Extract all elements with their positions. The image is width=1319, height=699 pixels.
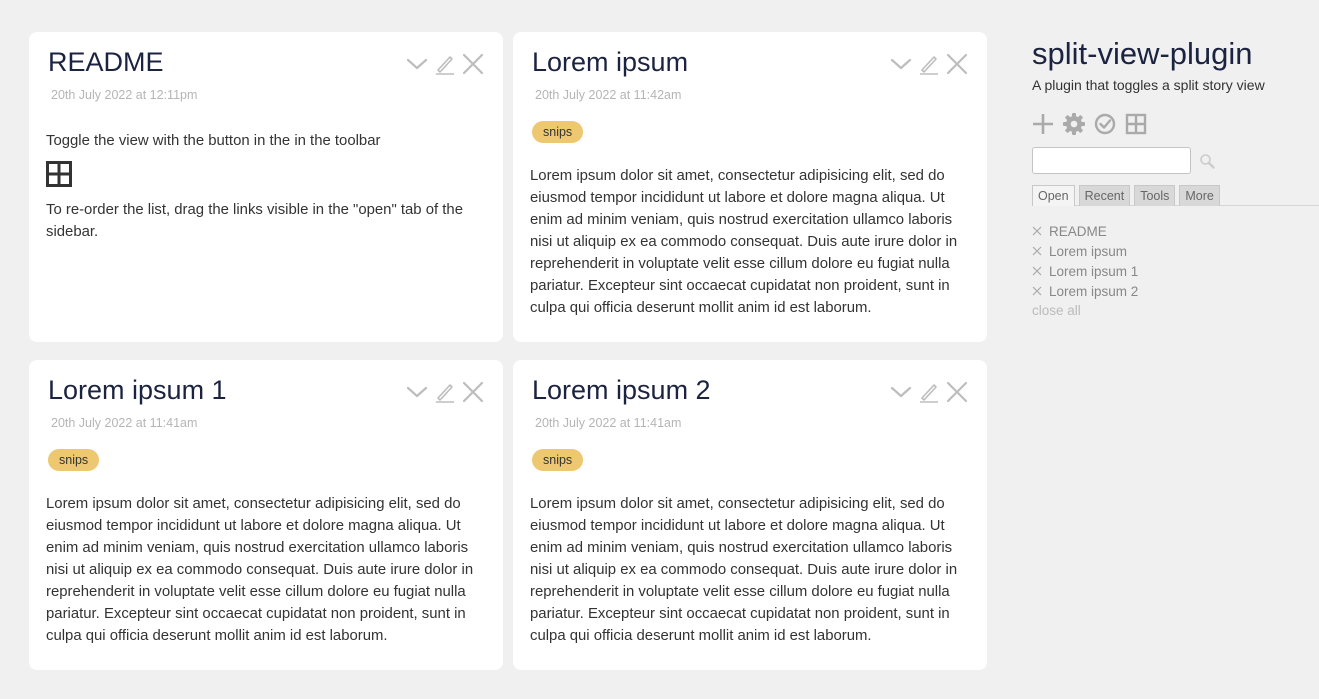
close-button[interactable] (945, 380, 969, 404)
pencil-icon (917, 380, 941, 404)
tiddler-subtitle: 20th July 2022 at 11:42am (535, 88, 682, 102)
tag-pill[interactable]: snips (532, 449, 584, 471)
close-icon (461, 380, 485, 404)
sidebar-tabs: Open Recent Tools More (1032, 185, 1319, 206)
split-view-icon (1125, 113, 1147, 135)
tab-open[interactable]: Open (1032, 185, 1075, 206)
close-icon[interactable] (1032, 226, 1042, 236)
tag-pill[interactable]: snips (48, 449, 100, 471)
tiddler-body: Toggle the view with the button in the i… (46, 130, 486, 243)
tiddler-subtitle: 20th July 2022 at 11:41am (535, 416, 682, 430)
search-input[interactable] (1032, 147, 1191, 174)
open-item-link[interactable]: Lorem ipsum 2 (1049, 284, 1138, 299)
chevron-down-icon (889, 380, 913, 404)
fold-button[interactable] (405, 52, 429, 76)
close-button[interactable] (945, 52, 969, 76)
tiddler-controls (405, 52, 485, 76)
pencil-icon (433, 52, 457, 76)
edit-button[interactable] (433, 52, 457, 76)
tiddler-body: Lorem ipsum dolor sit amet, consectetur … (530, 168, 958, 316)
body-paragraph: Toggle the view with the button in the i… (46, 133, 381, 149)
tiddler-lorem-ipsum: Lorem ipsum 20th July 2022 at 11:42am sn… (513, 32, 987, 342)
tiddler-body: Lorem ipsum dolor sit amet, consectetur … (530, 496, 958, 644)
close-icon (461, 52, 485, 76)
close-icon (945, 52, 969, 76)
open-item-link[interactable]: README (1049, 224, 1107, 239)
split-view-toggle-button[interactable] (1125, 113, 1147, 135)
check-circle-icon (1094, 113, 1116, 135)
edit-button[interactable] (917, 52, 941, 76)
edit-button[interactable] (433, 380, 457, 404)
list-item[interactable]: Lorem ipsum 2 (1032, 281, 1319, 301)
search-row (1032, 147, 1319, 174)
gear-icon (1063, 113, 1085, 135)
tag-pill[interactable]: snips (532, 121, 584, 143)
close-button[interactable] (461, 380, 485, 404)
open-list: README Lorem ipsum Lorem ipsum 1 Lorem i… (1032, 221, 1319, 321)
tiddler-controls (405, 380, 485, 404)
tiddler-subtitle: 20th July 2022 at 11:41am (51, 416, 198, 430)
close-icon[interactable] (1032, 286, 1042, 296)
page-controls (1032, 113, 1319, 135)
search-button[interactable] (1199, 153, 1215, 169)
pencil-icon (917, 52, 941, 76)
edit-button[interactable] (917, 380, 941, 404)
close-icon[interactable] (1032, 246, 1042, 256)
body-paragraph: To re-order the list, drag the links vis… (46, 202, 463, 240)
tab-recent[interactable]: Recent (1078, 185, 1131, 206)
new-tiddler-button[interactable] (1032, 113, 1054, 135)
plus-icon (1033, 114, 1053, 134)
control-panel-button[interactable] (1063, 113, 1085, 135)
chevron-down-icon (405, 380, 429, 404)
fold-button[interactable] (405, 380, 429, 404)
tiddler-readme: README 20th July 2022 at 12:11pm Toggle … (29, 32, 503, 342)
search-icon (1200, 153, 1215, 169)
site-title: split-view-plugin (1032, 36, 1253, 71)
chevron-down-icon (889, 52, 913, 76)
open-item-link[interactable]: Lorem ipsum 1 (1049, 264, 1138, 279)
close-button[interactable] (461, 52, 485, 76)
tiddler-lorem-ipsum-1: Lorem ipsum 1 20th July 2022 at 11:41am … (29, 360, 503, 670)
list-item[interactable]: README (1032, 221, 1319, 241)
list-item[interactable]: Lorem ipsum (1032, 241, 1319, 261)
sidebar: split-view-plugin A plugin that toggles … (1032, 36, 1319, 321)
close-all-button[interactable]: close all (1032, 301, 1319, 321)
tiddler-lorem-ipsum-2: Lorem ipsum 2 20th July 2022 at 11:41am … (513, 360, 987, 670)
split-view-icon (46, 161, 72, 187)
open-item-link[interactable]: Lorem ipsum (1049, 244, 1127, 259)
fold-button[interactable] (889, 380, 913, 404)
close-icon[interactable] (1032, 266, 1042, 276)
site-subtitle: A plugin that toggles a split story view (1032, 77, 1265, 93)
tab-more[interactable]: More (1179, 185, 1220, 206)
tab-tools[interactable]: Tools (1134, 185, 1176, 206)
tiddler-controls (889, 380, 969, 404)
list-item[interactable]: Lorem ipsum 1 (1032, 261, 1319, 281)
tiddler-controls (889, 52, 969, 76)
fold-button[interactable] (889, 52, 913, 76)
save-wiki-button[interactable] (1094, 113, 1116, 135)
pencil-icon (433, 380, 457, 404)
tiddler-subtitle: 20th July 2022 at 12:11pm (51, 88, 198, 102)
tiddler-body: Lorem ipsum dolor sit amet, consectetur … (46, 496, 474, 644)
chevron-down-icon (405, 52, 429, 76)
close-icon (945, 380, 969, 404)
